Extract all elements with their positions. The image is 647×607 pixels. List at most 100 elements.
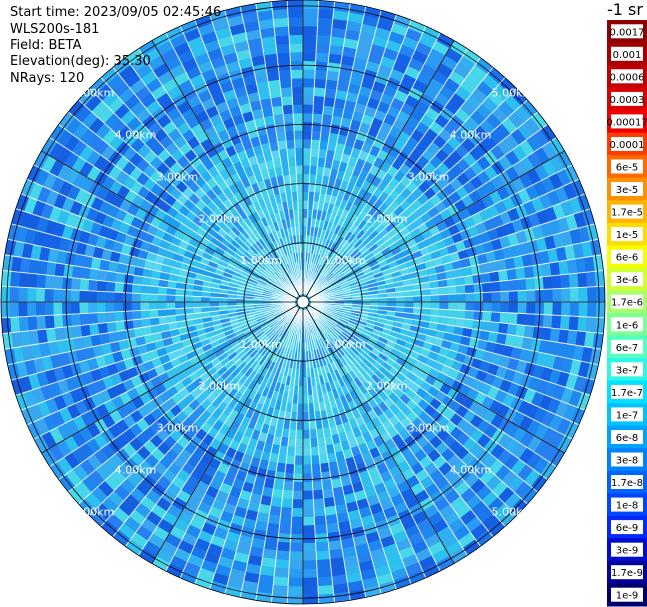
range-gate-cell (275, 559, 290, 569)
range-gate-cell (272, 585, 289, 595)
range-ring-label: 2.00km (199, 380, 241, 393)
range-gate-cell (295, 165, 303, 175)
range-gate-cell (326, 70, 340, 82)
range-gate-cell (549, 261, 561, 276)
range-gate-cell (474, 302, 484, 312)
range-gate-cell (509, 302, 518, 314)
range-gate-cell (79, 290, 89, 302)
range-gate-cell (268, 79, 281, 90)
range-gate-cell (262, 44, 277, 56)
range-gate-cell (297, 403, 303, 413)
range-gate-cell (79, 278, 90, 291)
range-gate-cell (105, 281, 116, 293)
range-gate-cell (303, 26, 318, 36)
range-gate-cell (315, 52, 330, 63)
range-gate-cell (303, 174, 310, 183)
range-gate-cell (71, 265, 83, 279)
range-gate-cell (37, 260, 48, 275)
range-gate-cell (568, 273, 579, 288)
range-gate-cell (465, 302, 475, 311)
range-gate-cell (314, 524, 328, 534)
range-gate-cell (123, 283, 133, 293)
range-gate-cell (516, 278, 527, 291)
range-gate-cell (303, 516, 315, 526)
range-gate-cell (482, 292, 492, 302)
range-gate-cell (292, 490, 303, 500)
colorbar-tick-label: 6e-9 (616, 523, 639, 534)
range-gate-cell (500, 302, 510, 313)
range-gate-cell (262, 548, 277, 560)
range-gate-cell (97, 269, 108, 282)
range-gate-cell (280, 507, 293, 517)
range-gate-cell (303, 43, 317, 53)
range-gate-cell (54, 327, 65, 342)
range-gate-cell (105, 302, 115, 313)
range-gate-cell (80, 267, 91, 280)
range-gate-cell (587, 302, 597, 318)
range-gate-cell (543, 288, 553, 302)
range-gate-cell (515, 267, 526, 280)
range-gate-cell (321, 114, 333, 125)
colorbar-tick-label: 6e-7 (616, 343, 639, 354)
range-gate-cell (464, 284, 475, 294)
range-gate-cell (517, 290, 527, 302)
range-gate-cell (122, 302, 132, 312)
range-ring-label: 4.00km (115, 464, 157, 477)
range-gate-cell (115, 320, 126, 332)
range-gate-cell (285, 463, 295, 474)
range-gate-cell (578, 287, 588, 302)
range-gate-cell (525, 277, 535, 291)
range-gate-cell (560, 315, 570, 330)
range-gate-cell (296, 182, 303, 192)
range-gate-cell (271, 0, 288, 11)
elevation-text: Elevation(deg): 35.30 (10, 54, 151, 69)
range-gate-cell (329, 44, 344, 56)
range-gate-cell (288, 17, 303, 27)
range-gate-cell (595, 302, 605, 318)
range-gate-cell (324, 505, 337, 516)
range-gate-cell (1, 286, 11, 302)
range-gate-cell (183, 295, 193, 302)
range-gate-cell (506, 268, 517, 281)
instrument-text: WLS200s-181 (10, 22, 100, 37)
range-gate-cell (131, 293, 141, 302)
range-gate-cell (543, 302, 553, 316)
range-gate-cell (303, 455, 312, 465)
colorbar-tick-label: 6e-6 (616, 253, 639, 264)
range-gate-cell (312, 489, 324, 500)
range-gate-cell (294, 447, 303, 456)
range-gate-cell (311, 139, 320, 149)
range-gate-cell (294, 148, 303, 157)
range-gate-cell (447, 309, 457, 319)
range-gate-cell (322, 488, 334, 499)
range-gate-cell (71, 325, 83, 339)
range-gate-cell (303, 508, 315, 517)
range-gate-cell (439, 302, 449, 310)
range-gate-cell (286, 446, 296, 456)
range-gate-cell (263, 53, 278, 64)
range-gate-cell (303, 490, 314, 500)
range-gate-cell (482, 282, 492, 293)
range-gate-cell (54, 262, 65, 277)
range-ring-label: 1.00km (324, 338, 366, 351)
range-gate-cell (303, 542, 317, 552)
range-gate-cell (281, 96, 293, 106)
range-gate-cell (122, 292, 132, 302)
range-gate-cell (295, 429, 303, 439)
range-gate-cell (293, 473, 303, 483)
range-gate-cell (285, 130, 295, 141)
range-gate-cell (325, 79, 338, 90)
range-gate-cell (523, 265, 535, 279)
range-gate-cell (313, 87, 326, 97)
range-gate-cell (447, 285, 457, 295)
range-gate-cell (114, 311, 124, 322)
range-gate-cell (157, 294, 167, 302)
range-gate-cell (289, 43, 303, 53)
range-gate-cell (552, 288, 562, 302)
range-gate-cell (316, 559, 331, 569)
range-gate-cell (311, 130, 321, 141)
range-gate-cell (289, 551, 303, 561)
range-gate-cell (97, 280, 107, 292)
range-gate-cell (480, 320, 491, 332)
range-gate-cell (456, 293, 466, 302)
